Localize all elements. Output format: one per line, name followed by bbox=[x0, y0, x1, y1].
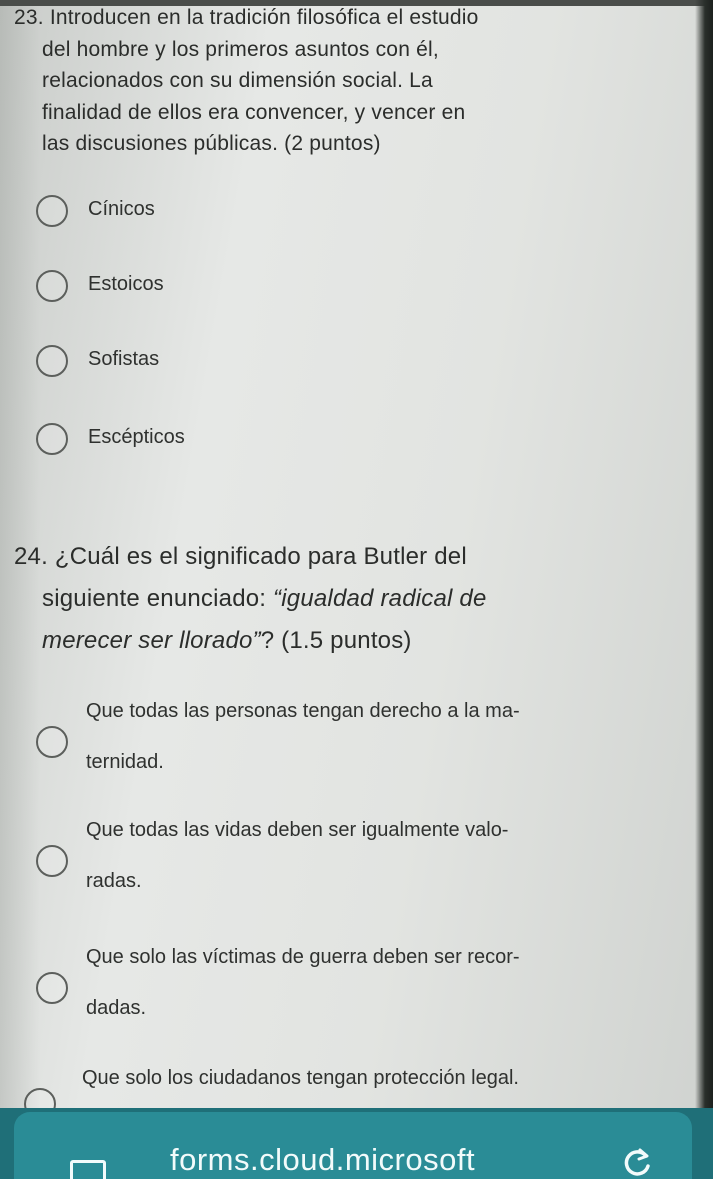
radio-button[interactable] bbox=[36, 270, 68, 302]
question-24-quote-start: “igualdad radical de bbox=[273, 585, 487, 612]
option-label: Que solo los ciudadanos tengan protecció… bbox=[82, 1067, 519, 1089]
radio-button[interactable] bbox=[36, 726, 68, 758]
option-label: Que todas las vidas deben ser igualmente… bbox=[86, 805, 666, 907]
question-23-line-4: finalidad de ellos era convencer, y venc… bbox=[42, 100, 466, 124]
question-24: 24. ¿Cuál es el significado para Butler … bbox=[14, 536, 487, 662]
option-label: Escépticos bbox=[88, 426, 185, 448]
option-label: Que solo las víctimas de guerra deben se… bbox=[86, 932, 666, 1034]
phone-screen: 23. Introducen en la tradición filosófic… bbox=[0, 0, 713, 1179]
question-24-line-3: merecer ser llorado”? (1.5 puntos) bbox=[14, 620, 487, 662]
reload-icon[interactable] bbox=[622, 1146, 654, 1178]
question-24-points: ? (1.5 puntos) bbox=[260, 627, 412, 654]
option-line-1: Que solo las víctimas de guerra deben se… bbox=[86, 946, 520, 968]
option-label: Que todas las personas tengan derecho a … bbox=[86, 686, 666, 788]
radio-button[interactable] bbox=[36, 845, 68, 877]
radio-button[interactable] bbox=[36, 195, 68, 227]
question-24-quote-end: merecer ser llorado” bbox=[42, 627, 261, 654]
option-label: Sofistas bbox=[88, 348, 160, 370]
option-label: Cínicos bbox=[88, 198, 155, 220]
option-line-2: dadas. bbox=[86, 997, 147, 1019]
question-23-text: 23. Introducen en la tradición filosófic… bbox=[14, 2, 479, 160]
question-24-text: 24. ¿Cuál es el significado para Butler … bbox=[14, 536, 487, 662]
question-24-line-2-start: siguiente enunciado: bbox=[42, 585, 274, 612]
question-23-line-5: las discusiones públicas. (2 puntos) bbox=[42, 132, 381, 155]
tabs-icon[interactable] bbox=[70, 1160, 106, 1179]
radio-button[interactable] bbox=[36, 423, 68, 455]
option-line-1: Que todas las personas tengan derecho a … bbox=[86, 700, 520, 722]
option-line-2: radas. bbox=[86, 870, 142, 892]
question-23-line-1: 23. Introducen en la tradición filosófic… bbox=[14, 6, 479, 29]
radio-button[interactable] bbox=[36, 972, 68, 1004]
question-23-line-3: relacionados con su dimensión social. La bbox=[42, 69, 433, 92]
option-label: Estoicos bbox=[88, 273, 164, 295]
question-24-line-1: 24. ¿Cuál es el significado para Butler … bbox=[14, 543, 467, 570]
address-text[interactable]: forms.cloud.microsoft bbox=[170, 1142, 475, 1178]
device-edge bbox=[695, 0, 713, 1179]
question-24-line-2: siguiente enunciado: “igualdad radical d… bbox=[14, 578, 487, 620]
option-line-1: Que todas las vidas deben ser igualmente… bbox=[86, 819, 509, 841]
question-23-line-2: del hombre y los primeros asuntos con él… bbox=[42, 37, 439, 61]
radio-button[interactable] bbox=[36, 345, 68, 377]
question-23: 23. Introducen en la tradición filosófic… bbox=[14, 2, 479, 160]
option-line-2: ternidad. bbox=[86, 751, 164, 773]
